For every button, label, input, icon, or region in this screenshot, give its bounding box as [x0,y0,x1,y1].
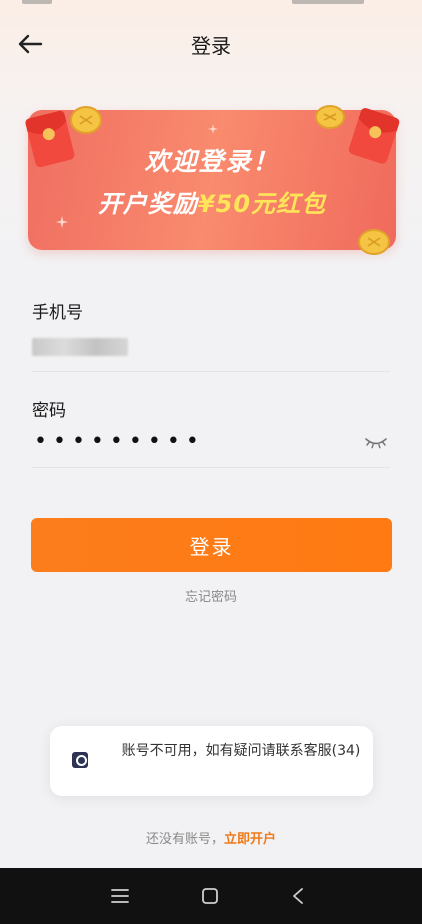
banner-reward-amount: ¥50元红包 [197,190,327,218]
error-toast: 账号不可用，如有疑问请联系客服(34) [50,726,373,796]
system-nav-bar [0,868,422,924]
square-home-icon [202,888,218,904]
gold-coin-icon [70,106,102,134]
toast-message: 账号不可用，如有疑问请联系客服(34) [121,743,361,759]
signup-prompt: 还没有账号， [145,832,224,847]
gold-coin-icon [358,229,390,255]
gold-coin-icon [315,105,345,129]
signup-link[interactable]: 立即开户 [224,832,276,847]
signup-row: 还没有账号，立即开户 [0,828,422,847]
promo-banner[interactable]: 欢迎登录！ 开户奖励¥50元红包 [25,105,400,255]
nav-back-button[interactable] [284,882,312,910]
status-time-fragment [22,0,52,4]
phone-label: 手机号 [32,303,83,323]
header: 登录 [0,22,422,66]
login-button[interactable]: 登录 [31,518,392,572]
app-logo-icon [72,752,88,768]
chevron-left-icon [293,888,303,904]
banner-reward-prefix: 开户奖励 [97,190,198,218]
menu-icon [111,889,129,903]
password-visibility-toggle[interactable] [364,434,388,450]
status-icons-fragment [292,0,364,4]
phone-input[interactable] [32,338,128,356]
eye-closed-icon [365,438,387,449]
forgot-password-link[interactable]: 忘记密码 [0,586,422,605]
page-title: 登录 [191,34,231,58]
nav-home-button[interactable] [196,882,224,910]
nav-menu-button[interactable] [106,882,134,910]
banner-welcome-text: 欢迎登录！ [144,147,280,176]
status-bar [0,0,422,10]
divider [32,467,390,468]
password-input[interactable]: ••••••••• [34,431,205,453]
divider [32,371,390,372]
banner-reward-text: 开户奖励¥50元红包 [28,184,396,219]
sparkle-icon [208,124,218,134]
password-label: 密码 [32,401,66,421]
